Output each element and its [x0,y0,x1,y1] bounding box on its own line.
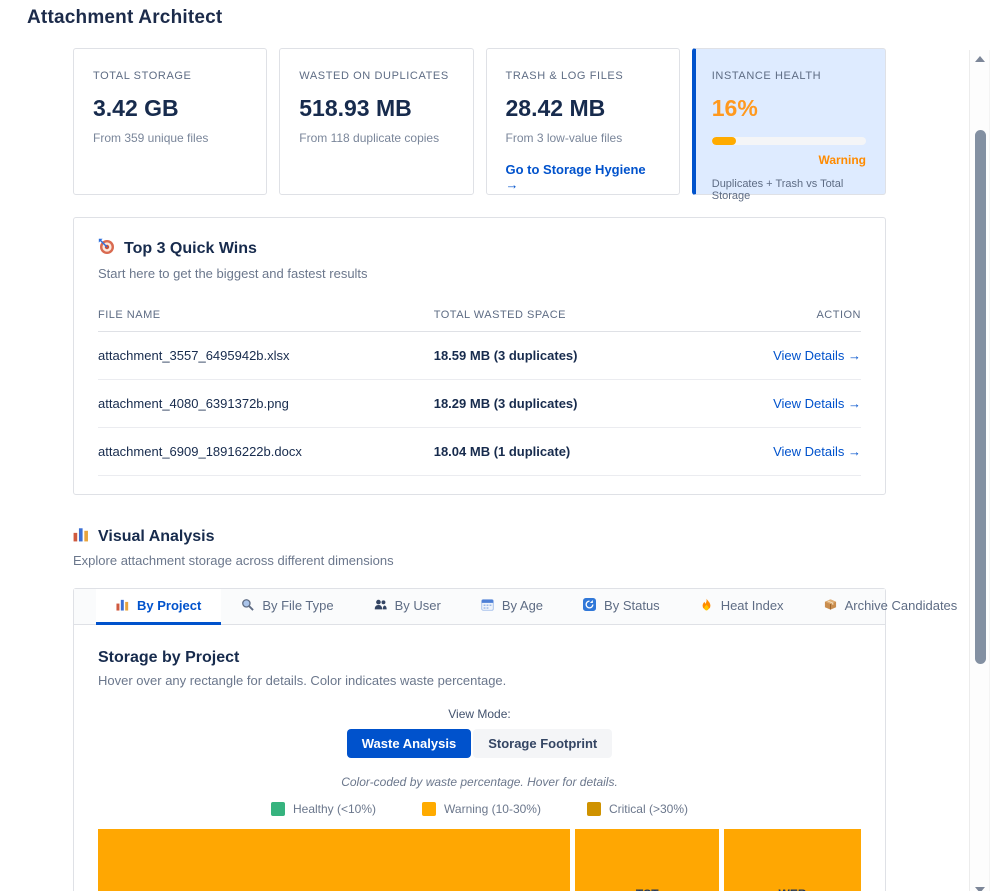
tab-by-age[interactable]: By Age [461,589,563,625]
vertical-scrollbar[interactable] [969,50,990,891]
health-progress-track [712,137,866,145]
tab-by-file-type[interactable]: By File Type [221,589,353,625]
panel-title: Storage by Project [98,649,861,667]
treemap-project-label: TST [575,887,719,891]
column-header-wasted-space: TOTAL WASTED SPACE [434,297,709,332]
treemap-project-label: WEB [724,887,861,891]
storage-by-project-panel: Storage by Project Hover over any rectan… [74,625,885,891]
storage-hygiene-link[interactable]: Go to Storage Hygiene → [506,162,660,192]
column-header-file-name: FILE NAME [98,297,434,332]
table-row: attachment_6909_18916222b.docx 18.04 MB … [98,428,861,476]
table-row: attachment_3557_6495942b.xlsx 18.59 MB (… [98,332,861,380]
tab-heat-index[interactable]: Heat Index [680,589,804,625]
scroll-up-icon[interactable] [975,56,985,62]
stat-label: TRASH & LOG FILES [506,70,660,82]
wasted-space-cell: 18.59 MB (3 duplicates) [434,332,709,380]
view-details-link[interactable]: View Details → [773,348,861,363]
tab-label: Heat Index [721,598,784,613]
stat-label: TOTAL STORAGE [93,70,247,82]
tab-label: By Status [604,598,660,613]
treemap-rect-web[interactable]: WEB 29% waste [724,829,861,891]
panel-subtitle: Hover over any rectangle for details. Co… [98,673,861,688]
visual-analysis-subtitle: Explore attachment storage across differ… [73,553,886,568]
stat-label: WASTED ON DUPLICATES [299,70,453,82]
legend-label: Warning (10-30%) [444,802,541,816]
column-header-action: ACTION [708,297,861,332]
stat-cards-row: TOTAL STORAGE 3.42 GB From 359 unique fi… [73,48,886,195]
treemap-rect-tst[interactable]: TST 13% waste [575,829,719,891]
bar-chart-icon [116,598,129,614]
stat-subtext: From 3 low-value files [506,131,660,145]
wasted-space-cell: 18.29 MB (3 duplicates) [434,380,709,428]
total-storage-card: TOTAL STORAGE 3.42 GB From 359 unique fi… [73,48,267,195]
scroll-down-icon[interactable] [975,887,985,891]
stat-value: 28.42 MB [506,95,660,122]
tab-label: By User [395,598,441,613]
wasted-space-cell: 18.04 MB (1 duplicate) [434,428,709,476]
visual-analysis-header: Visual Analysis Explore attachment stora… [73,526,886,568]
view-details-link[interactable]: View Details → [773,444,861,459]
critical-swatch [587,802,601,816]
table-row: attachment_4080_6391372b.png 18.29 MB (3… [98,380,861,428]
tab-label: By File Type [262,598,333,613]
view-details-link[interactable]: View Details → [773,396,861,411]
tab-by-user[interactable]: By User [354,589,461,625]
stat-subtext: Duplicates + Trash vs Total Storage [712,178,866,202]
tab-label: Archive Candidates [845,598,958,613]
stat-value: 3.42 GB [93,95,247,122]
stat-label: INSTANCE HEALTH [712,70,866,82]
bar-chart-icon [73,526,89,547]
legend-label: Critical (>30%) [609,802,688,816]
calendar-icon [481,598,494,614]
view-mode-toggle: Waste Analysis Storage Footprint [98,729,861,758]
tab-label: By Project [137,598,201,613]
tab-archive-candidates[interactable]: Archive Candidates [804,589,978,625]
tab-by-project[interactable]: By Project [96,589,221,625]
trash-log-card: TRASH & LOG FILES 28.42 MB From 3 low-va… [486,48,680,195]
scrollbar-thumb[interactable] [975,130,986,664]
view-mode-label: View Mode: [98,707,861,721]
magnifier-icon [241,598,254,614]
quick-wins-title: Top 3 Quick Wins [124,240,257,258]
tab-by-status[interactable]: By Status [563,589,680,625]
tab-label: By Age [502,598,543,613]
treemap-rect-large[interactable] [98,829,570,891]
wasted-duplicates-card: WASTED ON DUPLICATES 518.93 MB From 118 … [279,48,473,195]
legend-label: Healthy (<10%) [293,802,376,816]
legend-item-warning: Warning (10-30%) [422,802,541,816]
main-content: TOTAL STORAGE 3.42 GB From 359 unique fi… [73,48,886,891]
storage-footprint-button[interactable]: Storage Footprint [473,729,612,758]
treemap-caption: Color-coded by waste percentage. Hover f… [98,775,861,789]
visual-analysis-card: By Project By File Type [73,588,886,891]
stat-subtext: From 359 unique files [93,131,247,145]
instance-health-card: INSTANCE HEALTH 16% Warning Duplicates +… [692,48,886,195]
analysis-tab-strip: By Project By File Type [74,589,885,625]
file-name-cell: attachment_4080_6391372b.png [98,380,434,428]
legend-item-critical: Critical (>30%) [587,802,688,816]
treemap-legend: Healthy (<10%) Warning (10-30%) Critical… [98,802,861,816]
waste-analysis-button[interactable]: Waste Analysis [347,729,471,758]
sync-icon [583,598,596,614]
flame-icon [700,598,713,614]
quick-wins-subtitle: Start here to get the biggest and fastes… [98,266,861,281]
stat-subtext: From 118 duplicate copies [299,131,453,145]
health-progress-fill [712,137,737,145]
visual-analysis-title: Visual Analysis [98,528,215,546]
file-name-cell: attachment_6909_18916222b.docx [98,428,434,476]
page-title: Attachment Architect [27,7,999,29]
target-icon [98,238,115,260]
file-name-cell: attachment_3557_6495942b.xlsx [98,332,434,380]
quick-wins-card: Top 3 Quick Wins Start here to get the b… [73,217,886,495]
health-percent-value: 16% [712,95,866,122]
stat-value: 518.93 MB [299,95,453,122]
warning-swatch [422,802,436,816]
health-status-badge: Warning [712,153,866,167]
project-treemap: TST 13% waste WEB 29% waste [98,829,861,891]
legend-item-healthy: Healthy (<10%) [271,802,376,816]
healthy-swatch [271,802,285,816]
users-icon [374,598,387,614]
package-icon [824,598,837,614]
quick-wins-table: FILE NAME TOTAL WASTED SPACE ACTION atta… [98,297,861,476]
